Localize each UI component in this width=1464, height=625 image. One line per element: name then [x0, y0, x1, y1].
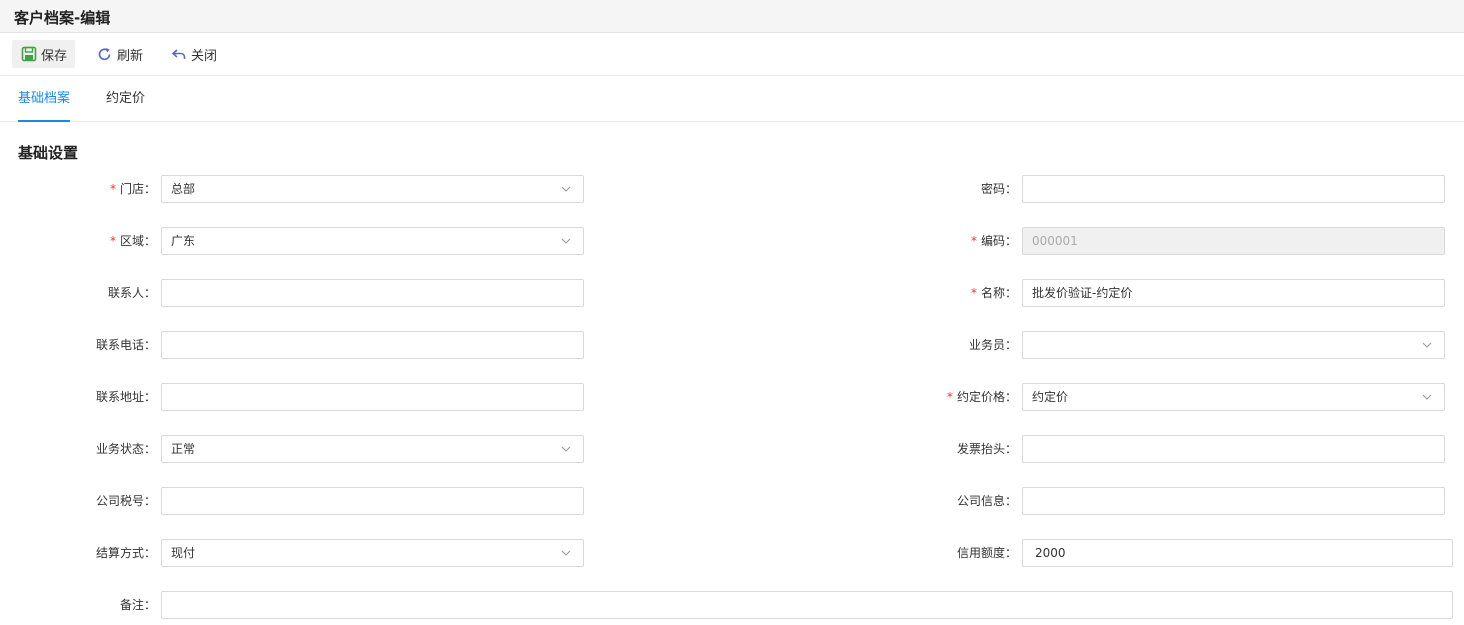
agreed-price-select[interactable]: 约定价 [1022, 383, 1445, 411]
contact-label: 联系人： [107, 286, 156, 300]
remark-label: 备注： [119, 598, 156, 612]
save-icon [20, 45, 38, 63]
tab-agreed-price[interactable]: 约定价 [106, 76, 145, 122]
tax-no-label: 公司税号： [95, 494, 156, 508]
close-button-label: 关闭 [191, 48, 218, 64]
undo-arrow-icon [170, 45, 188, 63]
company-info-input[interactable] [1022, 487, 1445, 515]
contact-input[interactable] [161, 279, 584, 307]
code-input: 000001 [1022, 227, 1445, 255]
chevron-down-icon [561, 550, 571, 556]
agreed-price-label: * 约定价格： [946, 390, 1017, 404]
credit-limit-input[interactable]: 2000 [1022, 539, 1453, 567]
salesman-label: 业务员： [968, 338, 1017, 352]
window-title: 客户档案-编辑 [14, 9, 111, 27]
name-label: * 名称： [970, 286, 1017, 300]
tab-basic-profile[interactable]: 基础档案 [18, 76, 71, 122]
required-mark: * [109, 182, 116, 196]
chevron-down-icon [561, 446, 571, 452]
required-mark: * [970, 286, 977, 300]
section-title: 基础设置 [18, 144, 79, 162]
refresh-icon [96, 45, 114, 63]
save-button-label: 保存 [41, 48, 68, 64]
biz-status-select[interactable]: 正常 [161, 435, 584, 463]
name-input[interactable]: 批发价验证-约定价 [1022, 279, 1445, 307]
refresh-button-label: 刷新 [117, 48, 144, 64]
required-mark: * [946, 390, 953, 404]
toolbar: 保存 刷新 关闭 [0, 33, 1464, 76]
settlement-label: 结算方式： [95, 546, 156, 560]
refresh-button[interactable]: 刷新 [88, 40, 151, 68]
settlement-select[interactable]: 现付 [161, 539, 584, 567]
store-select[interactable]: 总部 [161, 175, 584, 203]
required-mark: * [970, 234, 977, 248]
required-mark: * [109, 234, 116, 248]
credit-limit-label: 信用额度： [956, 546, 1017, 560]
password-input[interactable] [1022, 175, 1445, 203]
tab-bar: 基础档案 约定价 [0, 76, 1464, 122]
chevron-down-icon [1422, 342, 1432, 348]
close-button[interactable]: 关闭 [162, 40, 225, 68]
phone-label: 联系电话： [95, 338, 156, 352]
company-info-label: 公司信息： [956, 494, 1017, 508]
chevron-down-icon [1422, 394, 1432, 400]
store-label: * 门店： [109, 182, 156, 196]
code-label: * 编码： [970, 234, 1017, 248]
region-label: * 区域： [109, 234, 156, 248]
chevron-down-icon [561, 238, 571, 244]
remark-input[interactable] [161, 591, 1453, 619]
biz-status-label: 业务状态： [95, 442, 156, 456]
tax-no-input[interactable] [161, 487, 584, 515]
region-select[interactable]: 广东 [161, 227, 584, 255]
phone-input[interactable] [161, 331, 584, 359]
save-button[interactable]: 保存 [12, 40, 76, 68]
invoice-title-label: 发票抬头： [956, 442, 1017, 456]
invoice-title-input[interactable] [1022, 435, 1445, 463]
address-label: 联系地址： [95, 390, 156, 404]
salesman-select[interactable] [1022, 331, 1445, 359]
address-input[interactable] [161, 383, 584, 411]
chevron-down-icon [561, 186, 571, 192]
password-label: 密码： [980, 182, 1017, 196]
title-bar: 客户档案-编辑 [0, 0, 1464, 33]
